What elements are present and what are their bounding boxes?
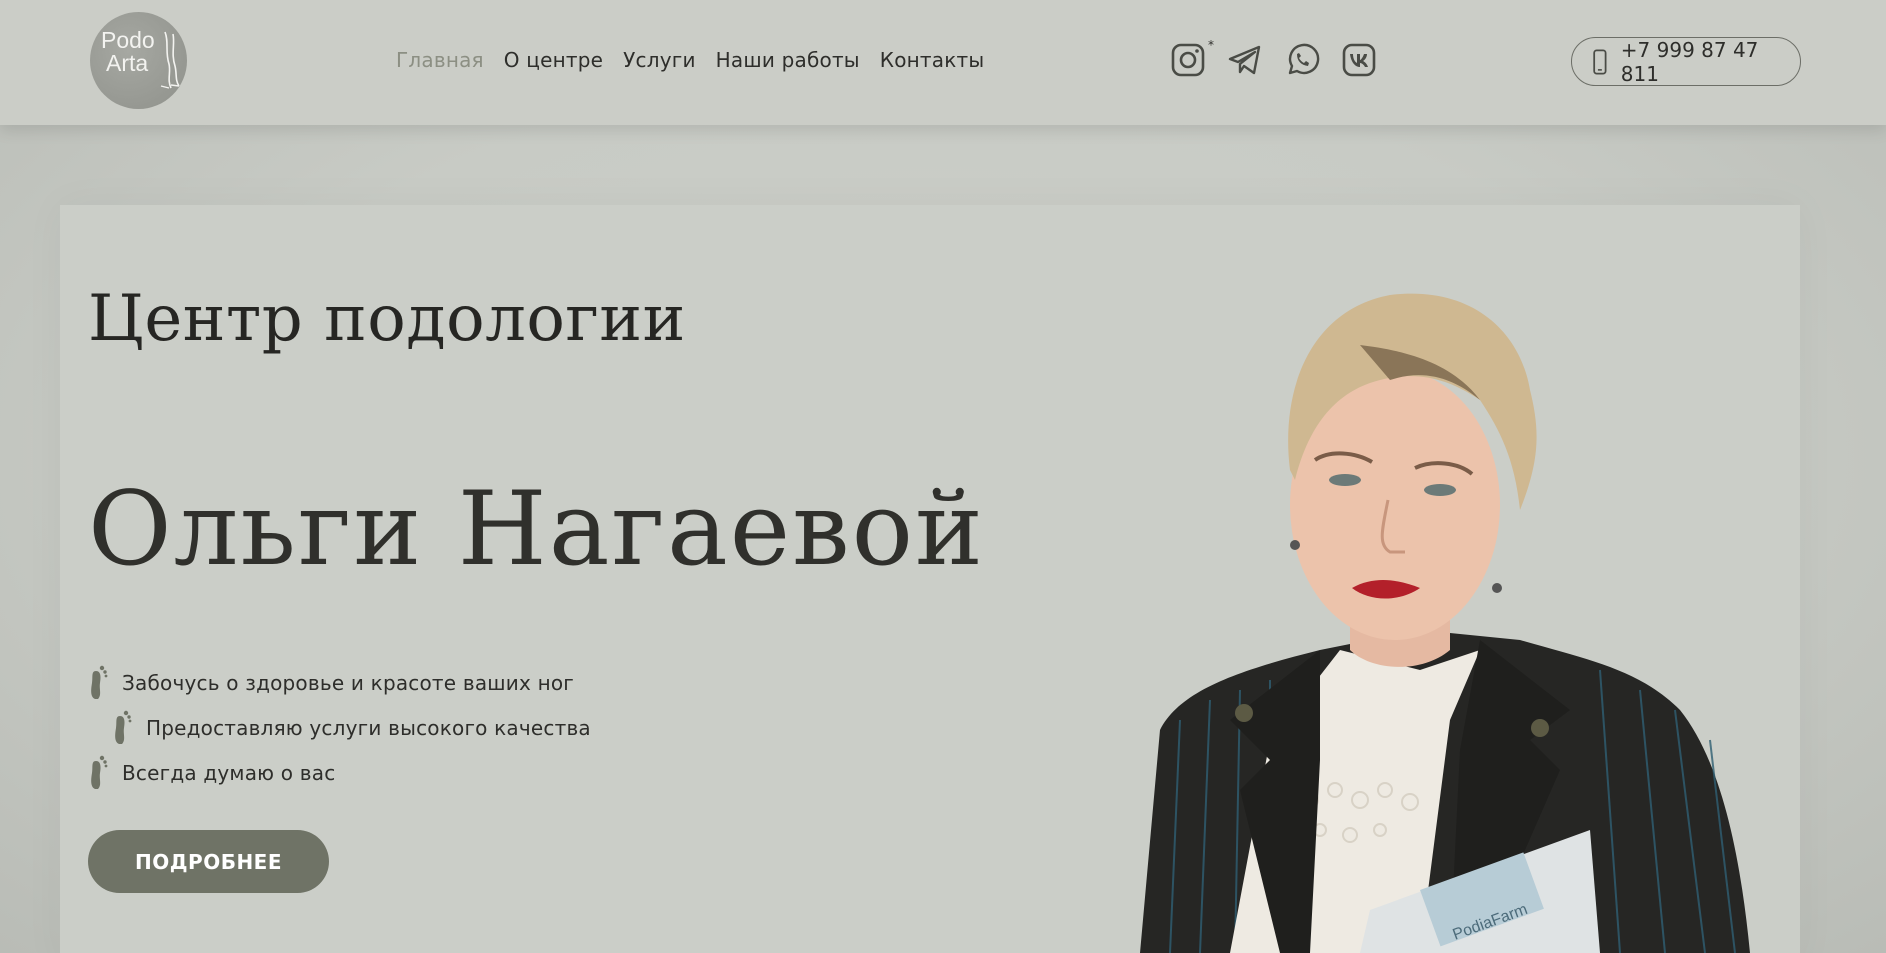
phone-icon xyxy=(1593,48,1607,75)
more-button[interactable]: ПОДРОБНЕЕ xyxy=(88,830,329,893)
instagram-link[interactable]: * xyxy=(1170,38,1214,78)
telegram-icon xyxy=(1228,45,1261,75)
instagram-asterisk: * xyxy=(1208,38,1214,52)
nav-item-about[interactable]: О центре xyxy=(504,48,603,72)
logo-text-line1: Podo xyxy=(101,27,155,53)
phone-number: +7 999 87 47 811 xyxy=(1620,37,1759,86)
feature-item: Всегда думаю о вас xyxy=(88,750,591,795)
nav-item-works[interactable]: Наши работы xyxy=(716,48,860,72)
feature-text: Забочусь о здоровье и красоте ваших ног xyxy=(122,670,574,695)
logo-text-line2: Arta xyxy=(106,50,149,76)
nav-item-services[interactable]: Услуги xyxy=(623,48,696,72)
feature-list: Забочусь о здоровье и красоте ваших ног … xyxy=(88,660,591,795)
vk-link[interactable] xyxy=(1341,42,1377,78)
foot-icon xyxy=(115,710,132,744)
foot-icon xyxy=(91,755,108,789)
whatsapp-icon xyxy=(1288,43,1320,75)
vk-icon xyxy=(1342,43,1376,77)
main-nav: Главная О центре Услуги Наши работы Конт… xyxy=(396,48,1004,72)
social-links: * xyxy=(1170,38,1398,78)
hero-title-line1: Центр подологии xyxy=(88,282,686,356)
phone-button[interactable]: +7 999 87 47 811 xyxy=(1571,37,1801,86)
feature-item: Забочусь о здоровье и красоте ваших ног xyxy=(88,660,591,705)
site-header: Podo Arta Главная О центре Услуги Наши р… xyxy=(0,0,1886,125)
feature-item: Предоставляю услуги высокого качества xyxy=(88,705,591,750)
feature-text: Предоставляю услуги высокого качества xyxy=(146,715,591,740)
foot-icon xyxy=(91,665,108,699)
whatsapp-link[interactable] xyxy=(1284,42,1320,78)
logo[interactable]: Podo Arta xyxy=(90,12,187,109)
nav-item-home[interactable]: Главная xyxy=(396,48,484,72)
instagram-icon xyxy=(1171,43,1205,77)
feature-text: Всегда думаю о вас xyxy=(122,760,336,785)
nav-item-contacts[interactable]: Контакты xyxy=(880,48,985,72)
telegram-link[interactable] xyxy=(1227,42,1263,78)
portrait-image: PodiaFarm xyxy=(1140,293,1750,953)
legs-logo-icon xyxy=(160,31,180,89)
hero-title-line2: Ольги Нагаевой xyxy=(88,470,985,589)
